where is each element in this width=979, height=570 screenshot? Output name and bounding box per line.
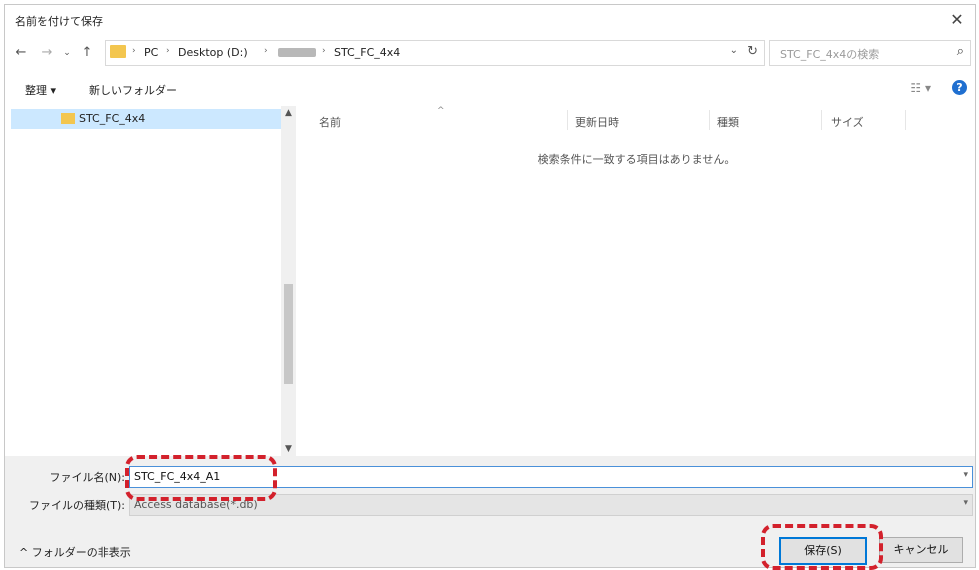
empty-message: 検索条件に一致する項目はありません。 (537, 153, 736, 166)
breadcrumb-separator: › (322, 46, 326, 56)
column-divider (567, 110, 568, 130)
breadcrumb-pc[interactable]: PC (144, 46, 158, 59)
column-header-name[interactable]: 名前 (319, 114, 341, 130)
search-icon[interactable]: ⌕ (957, 44, 964, 59)
hide-folders-toggle[interactable]: ^ フォルダーの非表示 (19, 544, 131, 560)
folder-icon (110, 45, 126, 58)
breadcrumb-separator: › (132, 46, 136, 56)
chevron-down-icon[interactable]: ▾ (963, 470, 968, 480)
address-bar[interactable]: › PC › Desktop (D:) › › STC_FC_4x4 ⌄ ↻ (105, 40, 765, 66)
redacted-breadcrumb (278, 48, 316, 57)
column-divider (905, 110, 906, 130)
address-row: ← → ⌄ ↑ › PC › Desktop (D:) › › STC_FC_4… (5, 39, 975, 67)
column-divider (709, 110, 710, 130)
scroll-up-icon[interactable]: ▲ (281, 108, 296, 118)
column-header-modified[interactable]: 更新日時 (575, 114, 619, 130)
close-button[interactable]: ✕ (939, 5, 975, 35)
breadcrumb-current-folder[interactable]: STC_FC_4x4 (334, 46, 400, 59)
recent-locations-button[interactable]: ⌄ (61, 43, 73, 63)
nav-scrollbar[interactable]: ▲ ▼ (281, 106, 296, 456)
column-header-type[interactable]: 種類 (717, 114, 739, 130)
address-dropdown-icon[interactable]: ⌄ (730, 45, 738, 56)
up-button[interactable]: ↑ (79, 43, 95, 63)
organize-menu[interactable]: 整理 ▾ (25, 82, 56, 98)
nav-item-label: STC_FC_4x4 (79, 112, 146, 125)
scroll-down-icon[interactable]: ▼ (281, 444, 296, 454)
sort-arrow-icon: ^ (437, 106, 445, 116)
save-button-highlight (761, 524, 883, 570)
filename-highlight (125, 455, 277, 501)
save-as-dialog: 名前を付けて保存 ✕ ← → ⌄ ↑ › PC › Desktop (D:) ›… (4, 4, 976, 570)
new-folder-button[interactable]: 新しいフォルダー (89, 82, 177, 98)
view-options-icon[interactable]: ☷ ▾ (910, 81, 931, 95)
search-placeholder: STC_FC_4x4の検索 (780, 48, 880, 61)
command-bar: 整理 ▾ 新しいフォルダー ☷ ▾ ? (5, 75, 975, 103)
column-divider (821, 110, 822, 130)
cancel-button[interactable]: キャンセル (879, 537, 963, 563)
chevron-down-icon[interactable]: ▾ (963, 498, 968, 508)
dialog-title: 名前を付けて保存 (15, 15, 103, 28)
back-button[interactable]: ← (13, 43, 29, 63)
breadcrumb-separator: › (264, 46, 268, 56)
nav-item-stc-fc-4x4[interactable] (11, 109, 281, 129)
filename-label: ファイル名(N): (49, 471, 125, 484)
file-list-pane: ^ 名前 更新日時 種類 サイズ 検索条件に一致する項目はありません。 (299, 106, 974, 456)
scroll-thumb[interactable] (284, 284, 293, 384)
navigation-pane: STC_FC_4x4 ▲ ▼ (5, 106, 296, 456)
column-header-size[interactable]: サイズ (831, 114, 864, 130)
forward-button[interactable]: → (39, 43, 55, 63)
help-icon[interactable]: ? (952, 80, 967, 95)
breadcrumb-separator: › (166, 46, 170, 56)
search-box[interactable]: STC_FC_4x4の検索 ⌕ (769, 40, 971, 66)
refresh-icon[interactable]: ↻ (747, 44, 758, 59)
title-bar: 名前を付けて保存 ✕ (5, 5, 975, 35)
folder-icon (61, 113, 75, 124)
breadcrumb-desktop[interactable]: Desktop (D:) (178, 46, 248, 59)
filetype-label: ファイルの種類(T): (28, 499, 125, 512)
